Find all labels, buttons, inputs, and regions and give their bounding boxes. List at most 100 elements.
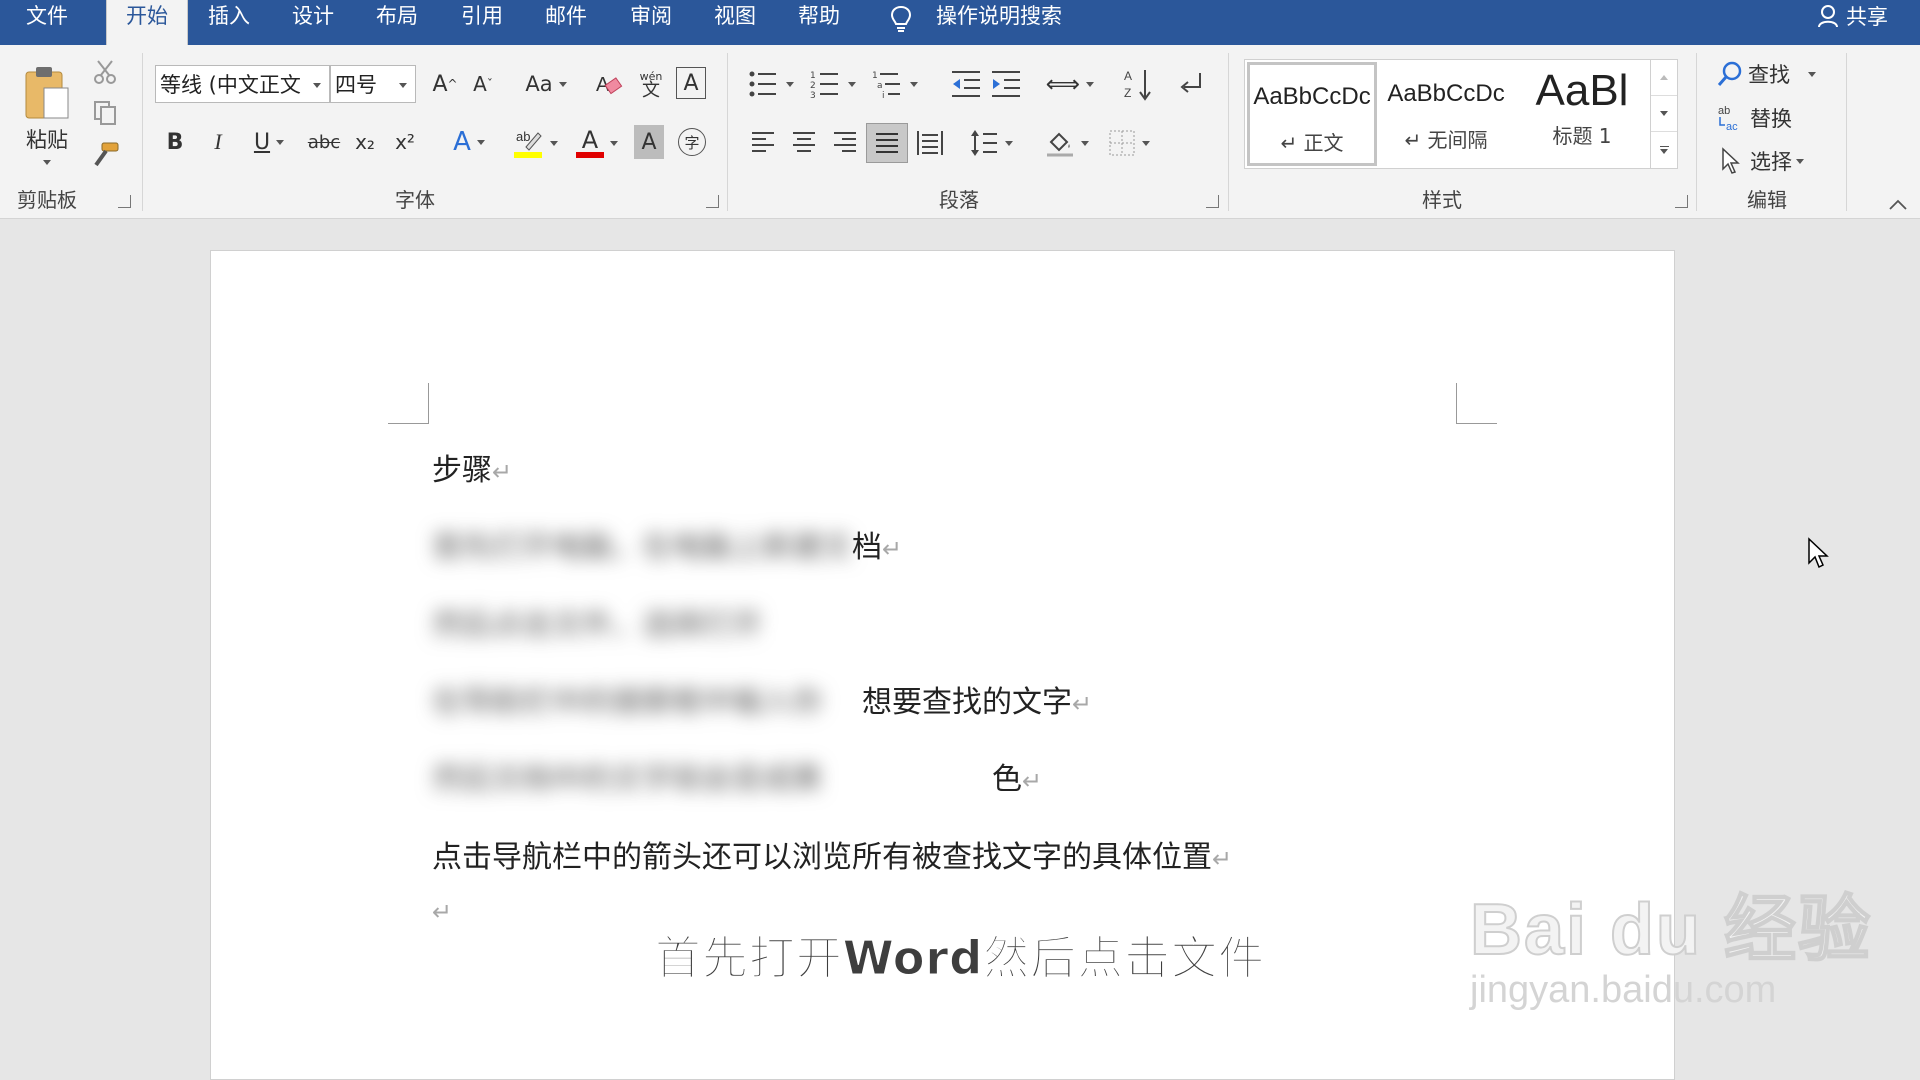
gallery-up-button[interactable] (1651, 60, 1677, 96)
tab-home[interactable]: 开始 (106, 0, 188, 45)
tab-layout[interactable]: 布局 (376, 0, 418, 45)
doc-text: 档 (852, 530, 882, 565)
gallery-down-button[interactable] (1651, 96, 1677, 132)
select-cursor-icon (1722, 147, 1740, 174)
strikethrough-button[interactable]: abc (304, 125, 344, 159)
shrink-font-button[interactable]: Aˇ (466, 65, 500, 103)
style-heading-1[interactable]: AaBl 标题 1 (1515, 62, 1649, 166)
numbering-icon[interactable]: 1 2 3 (810, 69, 862, 99)
justify-button[interactable] (866, 123, 908, 163)
style-sample: AaBbCcDc (1253, 83, 1371, 110)
share-button[interactable]: 共享 (1818, 0, 1888, 33)
replace-label: 替换 (1750, 107, 1792, 131)
enclose-label: 字 (678, 128, 706, 156)
font-name-combo[interactable]: 等线 (中文正文 (155, 65, 330, 103)
doc-paragraph[interactable]: 首先打开电脑，在电脑上新建文档↵ (432, 522, 902, 566)
show-marks-icon[interactable] (1176, 69, 1206, 99)
italic-label: I (214, 129, 222, 154)
borders-button[interactable] (1102, 125, 1156, 161)
align-left-icon[interactable] (750, 129, 776, 155)
bullets-icon[interactable] (748, 69, 800, 99)
align-right-icon[interactable] (832, 129, 858, 155)
bold-button[interactable]: B (160, 125, 190, 159)
line-spacing-button[interactable] (964, 125, 1018, 161)
svg-text:3: 3 (810, 91, 816, 99)
clear-formatting-icon[interactable]: A (594, 69, 624, 99)
italic-button[interactable]: I (203, 125, 233, 159)
distributed-icon[interactable] (916, 129, 944, 157)
doc-paragraph[interactable]: 然后文档中的文字就会变成黄 色↵ (432, 754, 1042, 798)
paragraph-mark: ↵ (1022, 767, 1043, 795)
tab-mailings[interactable]: 邮件 (545, 0, 587, 45)
character-shading-button[interactable]: A (634, 125, 664, 159)
crop-mark-top-right (1456, 383, 1497, 424)
format-painter-icon[interactable] (92, 141, 120, 167)
shading-button[interactable] (1040, 125, 1094, 161)
clipboard-dialog-launcher[interactable] (118, 195, 131, 208)
group-separator (142, 53, 143, 211)
replace-button[interactable]: ab ac 替换 (1716, 101, 1792, 135)
replace-icon: ab ac (1718, 105, 1738, 133)
text-effects-button[interactable]: A (444, 125, 494, 159)
svg-text:ab: ab (516, 129, 530, 144)
paragraph-mark: ↵ (1072, 690, 1093, 718)
chevron-down-icon (1796, 158, 1804, 164)
align-center-icon[interactable] (791, 129, 817, 155)
font-size-combo[interactable]: 四号 (330, 65, 416, 103)
svg-text:a: a (877, 81, 883, 91)
superscript-button[interactable]: x² (390, 125, 420, 159)
subscript-button[interactable]: x₂ (350, 125, 380, 159)
style-normal[interactable]: AaBbCcDc ↵ 正文 (1247, 62, 1377, 166)
font-dialog-launcher[interactable] (706, 195, 719, 208)
sort-icon[interactable]: A Z (1124, 67, 1154, 101)
underline-button[interactable]: U (244, 125, 294, 159)
paragraph-dialog-launcher[interactable] (1206, 195, 1219, 208)
grow-font-button[interactable]: A ^ (428, 65, 462, 103)
tab-help[interactable]: 帮助 (798, 0, 840, 45)
highlight-button[interactable]: ab (506, 123, 564, 163)
paste-button[interactable]: 粘贴 (14, 59, 80, 169)
person-icon (1818, 5, 1838, 28)
ribbon-tab-bar: 文件 开始 插入 设计 布局 引用 邮件 审阅 视图 帮助 操作说明搜索 共享 (0, 0, 1920, 45)
tab-review[interactable]: 审阅 (630, 0, 672, 45)
collapse-ribbon-icon[interactable] (1888, 198, 1908, 212)
mouse-cursor-icon (1808, 537, 1829, 569)
copy-icon[interactable] (92, 100, 118, 126)
blurred-text: 在导航栏中的搜索框中输入你 (432, 685, 822, 720)
share-label: 共享 (1846, 5, 1888, 29)
increase-indent-icon[interactable] (990, 69, 1022, 99)
tab-references[interactable]: 引用 (461, 0, 503, 45)
doc-paragraph[interactable]: 点击导航栏中的箭头还可以浏览所有被查找文字的具体位置↵ (432, 832, 1232, 876)
enclose-characters-button[interactable]: 字 (676, 125, 708, 159)
tab-file[interactable]: 文件 (26, 0, 68, 45)
styles-dialog-launcher[interactable] (1675, 195, 1688, 208)
chevron-down-icon (313, 83, 321, 88)
style-no-spacing[interactable]: AaBbCcDc ↵ 无间隔 (1381, 62, 1511, 166)
styles-gallery: AaBbCcDc ↵ 正文 AaBbCcDc ↵ 无间隔 AaBl 标题 1 (1244, 59, 1678, 169)
character-border-button[interactable]: A (676, 67, 706, 99)
find-label: 查找 (1748, 63, 1790, 87)
style-name: 标题 1 (1552, 124, 1612, 148)
multilevel-list-icon[interactable]: 1 a i (872, 69, 924, 99)
justify-icon (876, 133, 898, 153)
cut-icon[interactable] (92, 59, 118, 85)
font-color-button[interactable]: A (570, 123, 624, 163)
chinese-layout-button[interactable]: ⟺ (1044, 65, 1096, 103)
gallery-scroll (1650, 60, 1677, 168)
gallery-more-button[interactable] (1651, 132, 1677, 167)
phonetic-guide-button[interactable]: wén 文 (636, 65, 666, 103)
tell-me-search[interactable]: 操作说明搜索 (936, 0, 1062, 33)
change-case-button[interactable]: Aa (516, 65, 576, 103)
tab-insert[interactable]: 插入 (208, 0, 250, 45)
tab-design[interactable]: 设计 (292, 0, 334, 45)
decrease-indent-icon[interactable] (950, 69, 982, 99)
watermark: Bai du 经验 jingyan.baidu.com (1469, 870, 1872, 1012)
doc-paragraph[interactable]: 然后点击文件，选择打开 (432, 600, 762, 644)
doc-paragraph-heading[interactable]: 步骤↵ (432, 445, 512, 489)
doc-paragraph[interactable]: 在导航栏中的搜索框中输入你 想要查找的文字↵ (432, 677, 1092, 721)
chevron-down-icon (1086, 81, 1095, 87)
select-button[interactable]: 选择 (1718, 144, 1804, 178)
tab-view[interactable]: 视图 (714, 0, 756, 45)
search-icon (1717, 61, 1742, 86)
find-button[interactable]: 查找 (1716, 57, 1816, 91)
